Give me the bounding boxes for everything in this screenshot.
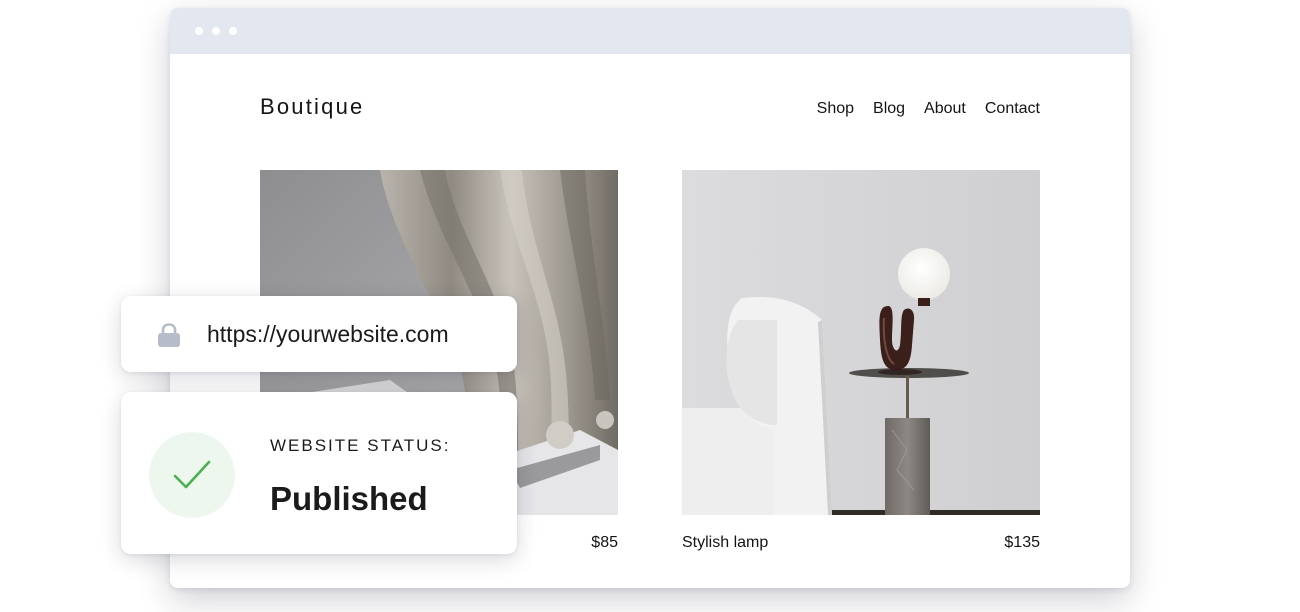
product-price: $135 xyxy=(1004,534,1040,551)
status-check-badge xyxy=(149,432,235,518)
nav-link-contact[interactable]: Contact xyxy=(985,100,1040,118)
nav-link-shop[interactable]: Shop xyxy=(817,100,854,118)
window-dot-icon xyxy=(195,27,203,35)
product-name[interactable]: Stylish lamp xyxy=(682,534,768,552)
product-price: $85 xyxy=(591,534,618,551)
status-value: Published xyxy=(270,480,428,517)
window-dot-icon xyxy=(229,27,237,35)
lock-icon xyxy=(156,322,182,348)
site-nav: Shop Blog About Contact xyxy=(817,100,1040,118)
checkmark-icon xyxy=(173,460,211,489)
browser-titlebar xyxy=(170,8,1130,54)
status-card: WEBSITE STATUS: Published xyxy=(121,392,517,554)
window-dot-icon xyxy=(212,27,220,35)
nav-link-about[interactable]: About xyxy=(924,100,966,118)
website-url[interactable]: https://yourwebsite.com xyxy=(207,321,449,348)
product-image-lamp[interactable] xyxy=(682,170,1040,515)
nav-link-blog[interactable]: Blog xyxy=(873,100,905,118)
url-card: https://yourwebsite.com xyxy=(121,296,517,372)
status-label: WEBSITE STATUS: xyxy=(270,436,451,455)
site-logo[interactable]: Boutique xyxy=(260,94,364,120)
